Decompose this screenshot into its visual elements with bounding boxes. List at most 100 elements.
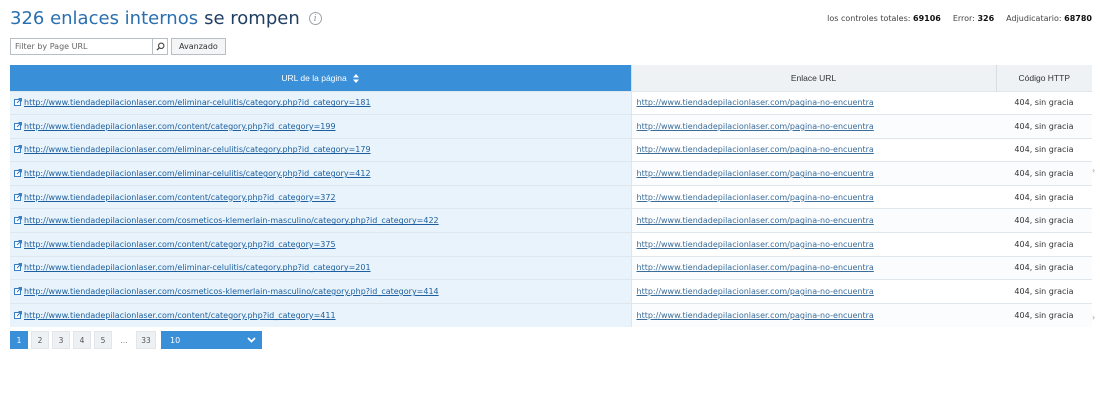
table-row: http://www.tiendadepilacionlaser.com/cos… — [10, 208, 1092, 233]
page-button-3[interactable]: 3 — [52, 331, 70, 349]
external-link-icon[interactable] — [14, 239, 22, 248]
page-url-cell: http://www.tiendadepilacionlaser.com/con… — [10, 114, 631, 139]
table-row: http://www.tiendadepilacionlaser.com/eli… — [10, 90, 1092, 115]
link-url-cell: http://www.tiendadepilacionlaser.com/pag… — [630, 161, 996, 186]
filter-bar: Avanzado — [10, 38, 226, 55]
page-url-cell: http://www.tiendadepilacionlaser.com/eli… — [10, 255, 631, 280]
advanced-filter-button[interactable]: Avanzado — [171, 38, 226, 55]
http-code-cell: 404, sin gracia — [996, 137, 1092, 162]
page-url-link[interactable]: http://www.tiendadepilacionlaser.com/con… — [24, 311, 336, 320]
chevron-down-icon — [247, 337, 256, 343]
page-url-cell: http://www.tiendadepilacionlaser.com/eli… — [10, 90, 631, 115]
link-url-link[interactable]: http://www.tiendadepilacionlaser.com/pag… — [637, 287, 874, 296]
info-icon[interactable]: i — [308, 12, 322, 25]
page-button-2[interactable]: 2 — [31, 331, 49, 349]
external-link-icon[interactable] — [14, 310, 22, 319]
table-row: http://www.tiendadepilacionlaser.com/eli… — [10, 255, 1092, 280]
search-button[interactable] — [152, 38, 168, 55]
column-header-link-url[interactable]: Enlace URL — [630, 65, 996, 91]
edge-scroll-mark: › — [1092, 166, 1096, 174]
http-code-cell: 404, sin gracia — [996, 279, 1092, 304]
link-url-link[interactable]: http://www.tiendadepilacionlaser.com/pag… — [637, 98, 874, 107]
link-url-cell: http://www.tiendadepilacionlaser.com/pag… — [630, 90, 996, 115]
table-row: http://www.tiendadepilacionlaser.com/eli… — [10, 161, 1092, 186]
check-stats: los controles totales: 69106 Error: 326 … — [827, 14, 1092, 23]
broken-links-count: 326 enlaces internos — [10, 8, 199, 29]
http-code-cell: 404, sin gracia — [996, 90, 1092, 115]
link-url-cell: http://www.tiendadepilacionlaser.com/pag… — [630, 279, 996, 304]
page-url-link[interactable]: http://www.tiendadepilacionlaser.com/con… — [24, 122, 336, 131]
external-link-icon[interactable] — [14, 169, 22, 178]
link-url-link[interactable]: http://www.tiendadepilacionlaser.com/pag… — [637, 311, 874, 320]
external-link-icon[interactable] — [14, 98, 22, 107]
http-code-cell: 404, sin gracia — [996, 232, 1092, 257]
external-link-icon[interactable] — [14, 287, 22, 296]
external-link-icon[interactable] — [14, 263, 22, 272]
sort-icon — [353, 73, 360, 83]
stat-error: Error: 326 — [952, 14, 995, 23]
http-code-cell: 404, sin gracia — [996, 208, 1092, 233]
http-code-cell: 404, sin gracia — [996, 114, 1092, 139]
link-url-cell: http://www.tiendadepilacionlaser.com/pag… — [630, 137, 996, 162]
page-url-link[interactable]: http://www.tiendadepilacionlaser.com/eli… — [24, 169, 371, 178]
http-code-cell: 404, sin gracia — [996, 184, 1092, 209]
http-code-cell: 404, sin gracia — [996, 255, 1092, 280]
page-url-cell: http://www.tiendadepilacionlaser.com/con… — [10, 184, 631, 209]
stat-awarded: Adjudicatario: 68780 — [1006, 14, 1092, 23]
table-row: http://www.tiendadepilacionlaser.com/eli… — [10, 137, 1092, 162]
link-url-link[interactable]: http://www.tiendadepilacionlaser.com/pag… — [637, 193, 874, 202]
search-icon — [155, 42, 164, 51]
page-url-link[interactable]: http://www.tiendadepilacionlaser.com/cos… — [24, 216, 439, 225]
stat-total: los controles totales: 69106 — [827, 14, 941, 23]
link-url-link[interactable]: http://www.tiendadepilacionlaser.com/pag… — [637, 240, 874, 249]
link-url-cell: http://www.tiendadepilacionlaser.com/pag… — [630, 255, 996, 280]
external-link-icon[interactable] — [14, 121, 22, 130]
page-button-5[interactable]: 5 — [94, 331, 112, 349]
link-url-link[interactable]: http://www.tiendadepilacionlaser.com/pag… — [637, 122, 874, 131]
page-url-link[interactable]: http://www.tiendadepilacionlaser.com/eli… — [24, 145, 371, 154]
http-code-cell: 404, sin gracia — [996, 161, 1092, 186]
page-button-1[interactable]: 1 — [10, 331, 28, 349]
rows-per-page-value: 10 — [170, 335, 181, 345]
page-url-cell: http://www.tiendadepilacionlaser.com/cos… — [10, 208, 631, 233]
edge-scroll-mark: › — [1092, 313, 1096, 321]
pagination: 1 2 3 4 5... 33 10 — [10, 331, 262, 349]
external-link-icon[interactable] — [14, 192, 22, 201]
page-title: 326 enlaces internos se rompen i — [10, 8, 322, 29]
table-row: http://www.tiendadepilacionlaser.com/con… — [10, 184, 1092, 209]
title-suffix: se rompen — [204, 8, 300, 29]
page-url-cell: http://www.tiendadepilacionlaser.com/eli… — [10, 161, 631, 186]
table-row: http://www.tiendadepilacionlaser.com/con… — [10, 302, 1092, 327]
page-button-4[interactable]: 4 — [73, 331, 91, 349]
link-url-cell: http://www.tiendadepilacionlaser.com/pag… — [630, 184, 996, 209]
page-url-link[interactable]: http://www.tiendadepilacionlaser.com/eli… — [24, 98, 371, 107]
link-url-cell: http://www.tiendadepilacionlaser.com/pag… — [630, 302, 996, 327]
link-url-cell: http://www.tiendadepilacionlaser.com/pag… — [630, 208, 996, 233]
link-url-link[interactable]: http://www.tiendadepilacionlaser.com/pag… — [637, 216, 874, 225]
link-url-link[interactable]: http://www.tiendadepilacionlaser.com/pag… — [637, 145, 874, 154]
http-code-cell: 404, sin gracia — [996, 302, 1092, 327]
table-row: http://www.tiendadepilacionlaser.com/con… — [10, 114, 1092, 139]
table-row: http://www.tiendadepilacionlaser.com/cos… — [10, 279, 1092, 304]
page-url-link[interactable]: http://www.tiendadepilacionlaser.com/eli… — [24, 263, 371, 272]
page-url-link[interactable]: http://www.tiendadepilacionlaser.com/cos… — [24, 287, 439, 296]
pagination-ellipsis: ... — [120, 335, 128, 345]
page-url-cell: http://www.tiendadepilacionlaser.com/cos… — [10, 279, 631, 304]
link-url-link[interactable]: http://www.tiendadepilacionlaser.com/pag… — [637, 169, 874, 178]
page-url-cell: http://www.tiendadepilacionlaser.com/con… — [10, 302, 631, 327]
external-link-icon[interactable] — [14, 145, 22, 154]
broken-links-table: URL de la página Enlace URL Código HTTP … — [10, 65, 1092, 327]
link-url-cell: http://www.tiendadepilacionlaser.com/pag… — [630, 232, 996, 257]
page-url-cell: http://www.tiendadepilacionlaser.com/eli… — [10, 137, 631, 162]
filter-input[interactable] — [10, 38, 152, 55]
rows-per-page-select[interactable]: 10 — [161, 331, 262, 349]
column-header-page-url[interactable]: URL de la página — [10, 65, 631, 91]
link-url-link[interactable]: http://www.tiendadepilacionlaser.com/pag… — [637, 263, 874, 272]
link-url-cell: http://www.tiendadepilacionlaser.com/pag… — [630, 114, 996, 139]
column-header-http-code[interactable]: Código HTTP — [995, 65, 1092, 91]
page-button-33[interactable]: 33 — [136, 331, 156, 349]
external-link-icon[interactable] — [14, 216, 22, 225]
page-url-link[interactable]: http://www.tiendadepilacionlaser.com/con… — [24, 240, 336, 249]
page-url-link[interactable]: http://www.tiendadepilacionlaser.com/con… — [24, 193, 336, 202]
table-row: http://www.tiendadepilacionlaser.com/con… — [10, 232, 1092, 257]
